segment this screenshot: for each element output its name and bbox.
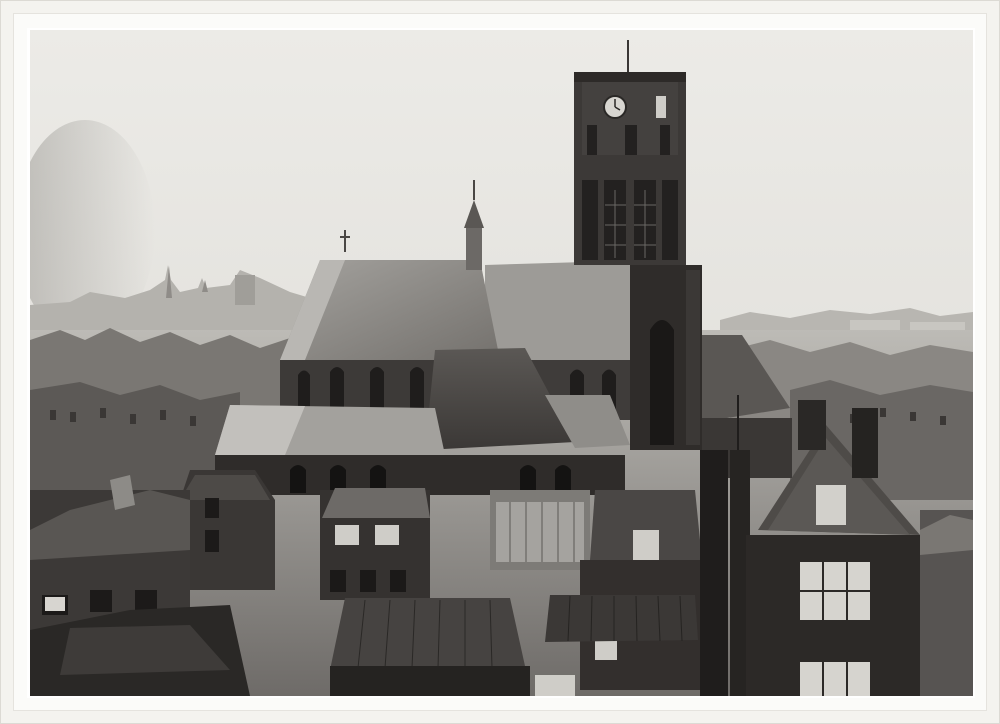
photo-scene [30, 30, 973, 696]
crossing-spire [466, 225, 482, 270]
photograph [30, 30, 973, 696]
picture-frame [0, 0, 1000, 724]
